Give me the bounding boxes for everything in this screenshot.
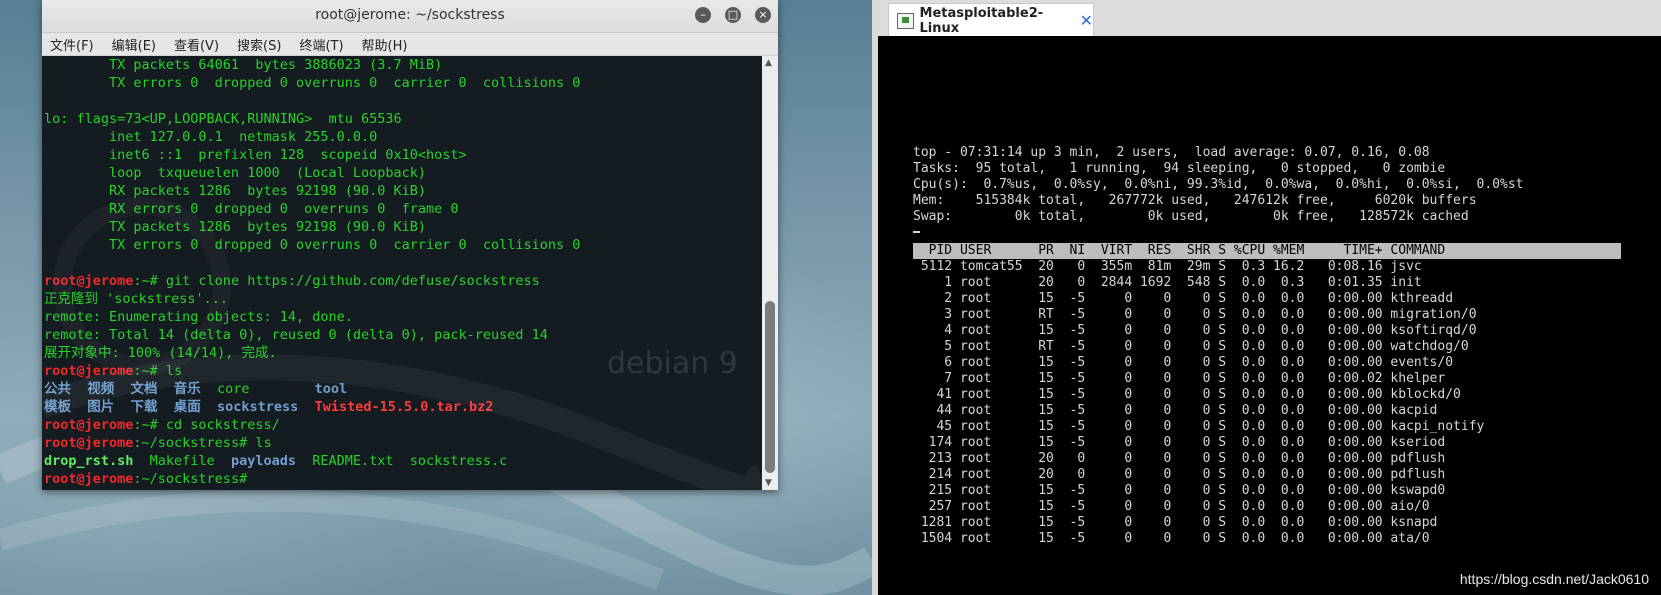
process-row: 1504 root 15 -5 0 0 0 S 0.0 0.0 0:00.00 … (913, 531, 1430, 546)
process-row: 2 root 15 -5 0 0 0 S 0.0 0.0 0:00.00 kth… (913, 291, 1454, 306)
menu-edit[interactable]: 编辑(E) (112, 35, 156, 54)
terminal-swirl-decoration (42, 197, 762, 490)
top-summary-line: Tasks: 95 total, 1 running, 94 sleeping,… (913, 161, 1446, 176)
menu-view[interactable]: 查看(V) (174, 35, 219, 54)
process-table: 5112 tomcat55 20 0 355m 81m 29m S 0.3 16… (913, 259, 1485, 547)
terminal-titlebar[interactable]: root@jerome: ~/sockstress – □ × (42, 0, 778, 33)
process-row: 41 root 15 -5 0 0 0 S 0.0 0.0 0:00.00 kb… (913, 387, 1461, 402)
process-table-header: PID USER PR NI VIRT RES SHR S %CPU %MEM … (913, 243, 1621, 259)
process-row: 257 root 15 -5 0 0 0 S 0.0 0.0 0:00.00 a… (913, 499, 1430, 514)
close-button[interactable]: × (755, 7, 771, 23)
terminal-scrollbar[interactable]: ▲ ▼ (762, 56, 778, 490)
debian-watermark: debian 9 (607, 346, 738, 381)
vm-tab[interactable]: Metasploitable2-Linux ✕ (888, 3, 1094, 37)
vm-icon (897, 12, 914, 29)
process-row: 7 root 15 -5 0 0 0 S 0.0 0.0 0:00.02 khe… (913, 371, 1446, 386)
top-summary-line: top - 07:31:14 up 3 min, 2 users, load a… (913, 145, 1430, 160)
scroll-thumb[interactable] (765, 301, 775, 473)
top-summary-line: Swap: 0k total, 0k used, 0k free, 128572… (913, 209, 1469, 224)
scroll-down-icon[interactable]: ▼ (765, 478, 772, 488)
process-row: 214 root 20 0 0 0 0 S 0.0 0.0 0:00.00 pd… (913, 467, 1446, 482)
menu-terminal[interactable]: 终端(T) (299, 35, 343, 54)
process-row: 3 root RT -5 0 0 0 S 0.0 0.0 0:00.00 mig… (913, 307, 1477, 322)
process-row: 1281 root 15 -5 0 0 0 S 0.0 0.0 0:00.00 … (913, 515, 1438, 530)
process-row: 5 root RT -5 0 0 0 S 0.0 0.0 0:00.00 wat… (913, 339, 1469, 354)
minimize-button[interactable]: – (695, 7, 711, 23)
maximize-button[interactable]: □ (725, 7, 741, 23)
process-row: 6 root 15 -5 0 0 0 S 0.0 0.0 0:00.00 eve… (913, 355, 1454, 370)
process-row: 213 root 20 0 0 0 0 S 0.0 0.0 0:00.00 pd… (913, 451, 1446, 466)
process-row: 45 root 15 -5 0 0 0 S 0.0 0.0 0:00.00 ka… (913, 419, 1485, 434)
top-summary-line: Mem: 515384k total, 267772k used, 247612… (913, 193, 1477, 208)
process-row: 1 root 20 0 2844 1692 548 S 0.0 0.3 0:01… (913, 275, 1422, 290)
process-row: 44 root 15 -5 0 0 0 S 0.0 0.0 0:00.00 ka… (913, 403, 1438, 418)
terminal-output[interactable]: debian 9 TX packets 64061 bytes 3886023 … (42, 56, 762, 490)
close-tab-icon[interactable]: ✕ (1080, 12, 1093, 29)
menu-file[interactable]: 文件(F) (50, 35, 94, 54)
process-row: 5112 tomcat55 20 0 355m 81m 29m S 0.3 16… (913, 259, 1422, 274)
scroll-up-icon[interactable]: ▲ (765, 58, 772, 68)
terminal-menubar: 文件(F) 编辑(E) 查看(V) 搜索(S) 终端(T) 帮助(H) (42, 33, 778, 56)
top-summary: top - 07:31:14 up 3 min, 2 users, load a… (913, 145, 1523, 225)
menu-search[interactable]: 搜索(S) (237, 35, 281, 54)
terminal-title: root@jerome: ~/sockstress (315, 7, 505, 23)
vm-panel: Metasploitable2-Linux ✕ top - 07:31:14 u… (878, 0, 1661, 595)
menu-help[interactable]: 帮助(H) (362, 35, 408, 54)
console-cursor (913, 231, 920, 233)
vm-tabbar: Metasploitable2-Linux ✕ (878, 0, 1661, 37)
vm-console-screen[interactable]: top - 07:31:14 up 3 min, 2 users, load a… (878, 36, 1661, 595)
process-row: 4 root 15 -5 0 0 0 S 0.0 0.0 0:00.00 kso… (913, 323, 1477, 338)
vm-tab-label: Metasploitable2-Linux (919, 5, 1044, 36)
process-row: 215 root 15 -5 0 0 0 S 0.0 0.0 0:00.00 k… (913, 483, 1446, 498)
terminal-window[interactable]: root@jerome: ~/sockstress – □ × 文件(F) 编辑… (42, 0, 778, 490)
site-watermark: https://blog.csdn.net/Jack0610 (1459, 571, 1649, 587)
top-summary-line: Cpu(s): 0.7%us, 0.0%sy, 0.0%ni, 99.3%id,… (913, 177, 1524, 192)
process-row: 174 root 15 -5 0 0 0 S 0.0 0.0 0:00.00 k… (913, 435, 1446, 450)
